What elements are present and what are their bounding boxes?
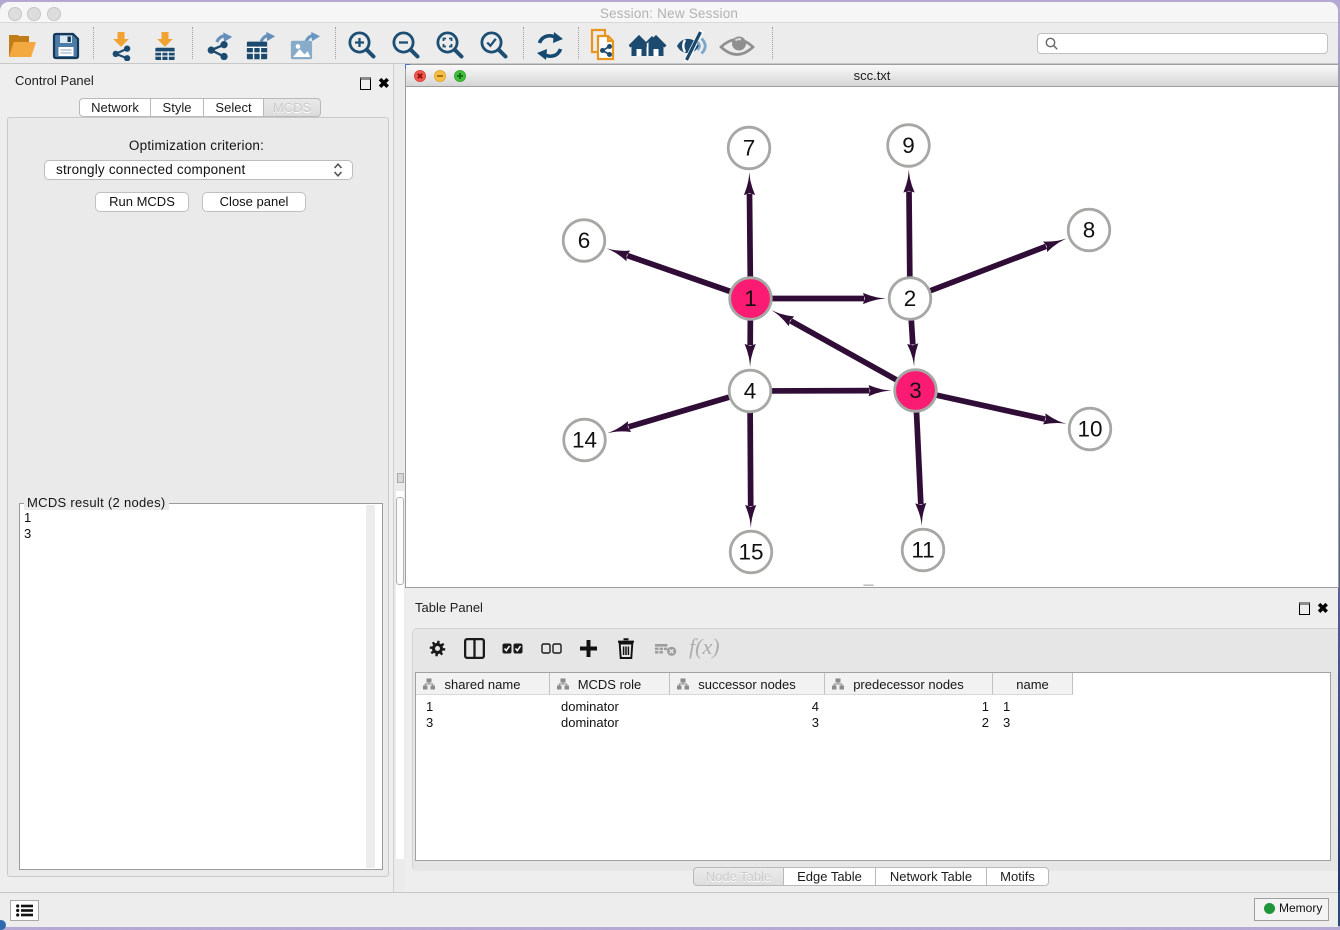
svg-text:9: 9 xyxy=(902,133,915,158)
svg-text:2: 2 xyxy=(904,286,917,311)
svg-text:10: 10 xyxy=(1077,417,1102,442)
svg-text:14: 14 xyxy=(572,428,597,453)
svg-text:3: 3 xyxy=(909,378,922,403)
svg-text:15: 15 xyxy=(738,540,763,565)
svg-text:8: 8 xyxy=(1083,218,1096,243)
svg-text:7: 7 xyxy=(743,136,756,161)
svg-text:4: 4 xyxy=(744,379,757,404)
svg-text:11: 11 xyxy=(911,538,934,563)
svg-text:6: 6 xyxy=(578,228,591,253)
svg-text:1: 1 xyxy=(744,286,757,311)
